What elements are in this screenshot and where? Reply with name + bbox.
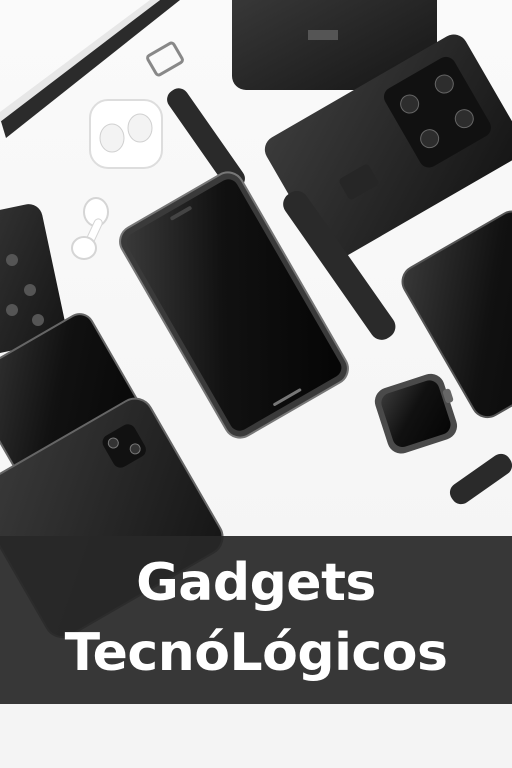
bottom-strip (0, 704, 512, 768)
title-line-2: TecnóLógicos (64, 623, 448, 683)
smartwatch-icon (374, 373, 458, 454)
watch-band-end-icon (449, 453, 512, 505)
poster: Gadgets TecnóLógicos (0, 0, 512, 768)
title-line-1: Gadgets (136, 553, 376, 613)
earbud-icon (71, 197, 109, 260)
earbuds-case-icon (89, 99, 163, 169)
